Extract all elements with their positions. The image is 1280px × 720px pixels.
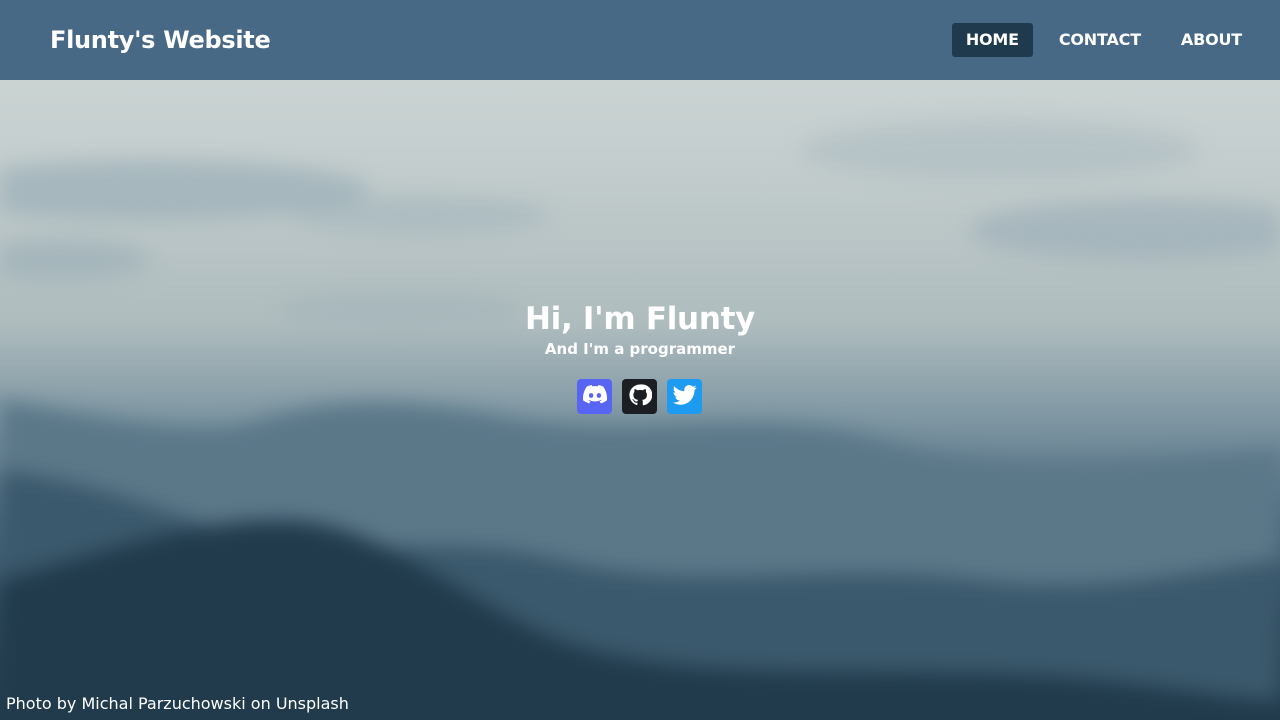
credit-site-link[interactable]: Unsplash <box>276 694 349 713</box>
credit-middle: on <box>250 694 271 713</box>
background-photo <box>0 0 1280 720</box>
hero-title: Hi, I'm Flunty <box>524 301 756 337</box>
nav-home-link[interactable]: HOME <box>951 23 1033 57</box>
nav-contact-link[interactable]: CONTACT <box>1045 23 1155 57</box>
hero-section: Hi, I'm Flunty And I'm a programmer <box>0 298 1280 358</box>
photo-credit: Photo by Michal Parzuchowski on Unsplash <box>6 692 349 716</box>
credit-author-link[interactable]: Michal Parzuchowski <box>81 694 245 713</box>
nav-menu: HOME CONTACT ABOUT <box>940 23 1256 57</box>
credit-prefix: Photo by <box>6 694 77 713</box>
github-icon <box>628 383 652 411</box>
discord-link[interactable] <box>577 379 612 414</box>
nav-about-link[interactable]: ABOUT <box>1167 23 1256 57</box>
discord-icon <box>582 385 607 408</box>
site-title-link[interactable]: Flunty's Website <box>50 0 271 80</box>
twitter-link[interactable] <box>667 379 702 414</box>
top-navbar: Flunty's Website HOME CONTACT ABOUT <box>0 0 1280 80</box>
github-link[interactable] <box>622 379 657 414</box>
hero-subtitle: And I'm a programmer <box>544 340 736 358</box>
twitter-icon <box>672 384 697 409</box>
social-links <box>577 379 702 414</box>
